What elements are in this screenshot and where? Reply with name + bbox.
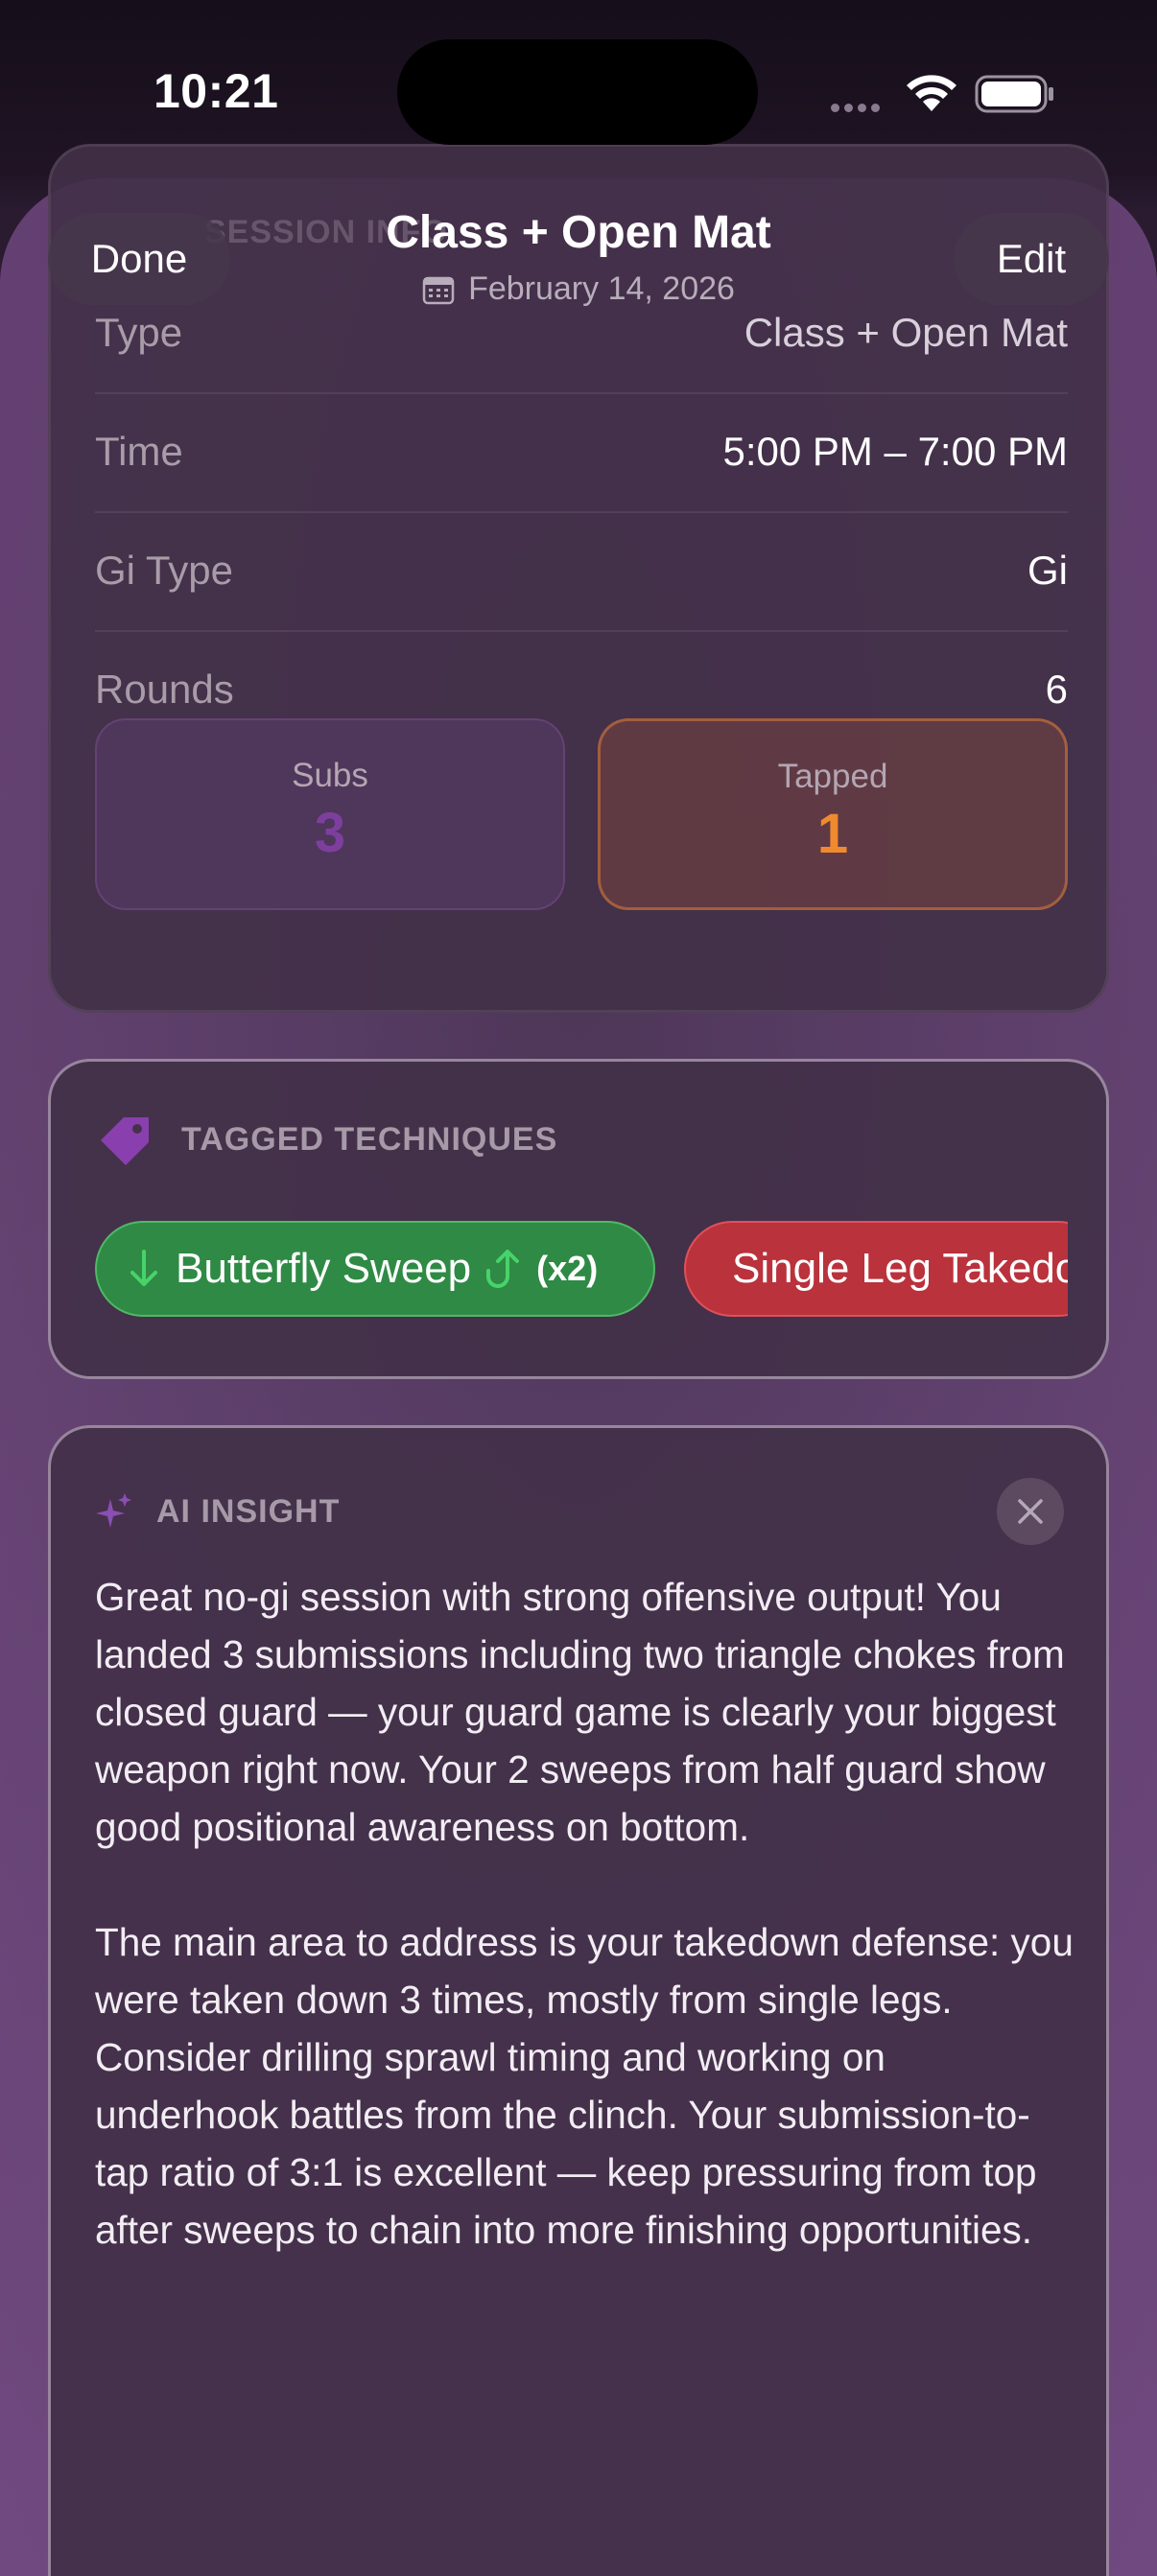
page-title: Class + Open Mat bbox=[386, 207, 771, 258]
dynamic-island bbox=[397, 39, 758, 145]
sweep-arrow-icon bbox=[486, 1250, 520, 1288]
insight-paragraph: The main area to address is your takedow… bbox=[95, 1920, 1074, 2252]
stat-label: Tapped bbox=[777, 758, 888, 795]
calendar-icon bbox=[422, 276, 455, 304]
technique-chip-butterfly-sweep[interactable]: Butterfly Sweep (x2) bbox=[95, 1221, 655, 1317]
technique-chip-single-leg-takedown[interactable]: Single Leg Takedown bbox=[684, 1221, 1068, 1317]
chip-count: (x2) bbox=[536, 1249, 599, 1288]
insight-body: Great no-gi session with strong offensiv… bbox=[95, 1568, 1074, 2316]
row-label: Rounds bbox=[95, 667, 234, 712]
row-label: Time bbox=[95, 429, 183, 474]
session-date-text: February 14, 2026 bbox=[468, 270, 735, 307]
sparkles-icon bbox=[96, 1493, 131, 1528]
info-row-time: Time 5:00 PM – 7:00 PM bbox=[95, 392, 1068, 513]
stat-value: 1 bbox=[816, 803, 849, 865]
info-row-gi-type: Gi Type Gi bbox=[95, 511, 1068, 632]
tapped-stat: Tapped 1 bbox=[598, 718, 1068, 910]
technique-chip-scroller[interactable]: Butterfly Sweep (x2) Single Leg Takedown bbox=[95, 1062, 1068, 1382]
subs-stat: Subs 3 bbox=[95, 718, 565, 910]
stat-value: 3 bbox=[314, 802, 346, 864]
stat-label: Subs bbox=[292, 757, 368, 794]
row-label: Type bbox=[95, 310, 183, 355]
chip-label: Butterfly Sweep bbox=[176, 1245, 472, 1292]
status-bar: 10:21 bbox=[0, 0, 1157, 178]
cellular-signal-icon bbox=[831, 100, 885, 117]
status-time: 10:21 bbox=[153, 64, 279, 118]
tagged-techniques-card: TAGGED TECHNIQUES Butterfly Sweep (x2) S… bbox=[48, 1059, 1109, 1379]
row-value: 5:00 PM – 7:00 PM bbox=[722, 429, 1068, 474]
wifi-icon bbox=[907, 75, 956, 111]
session-date: February 14, 2026 bbox=[0, 270, 1157, 308]
row-value: 6 bbox=[1045, 667, 1068, 712]
insight-title: AI INSIGHT bbox=[156, 1493, 341, 1530]
dismiss-insight-button[interactable] bbox=[997, 1478, 1064, 1545]
row-value: Gi bbox=[1027, 548, 1068, 593]
ai-insight-card: AI INSIGHT Great no-gi session with stro… bbox=[48, 1425, 1109, 2576]
close-icon bbox=[1018, 1499, 1043, 1524]
row-value: Class + Open Mat bbox=[744, 310, 1068, 355]
row-label: Gi Type bbox=[95, 548, 233, 593]
arrow-down-icon bbox=[130, 1250, 157, 1286]
chip-label: Single Leg Takedown bbox=[732, 1245, 1068, 1292]
insight-paragraph: Great no-gi session with strong offensiv… bbox=[95, 1575, 1065, 1849]
battery-icon bbox=[975, 75, 1053, 113]
